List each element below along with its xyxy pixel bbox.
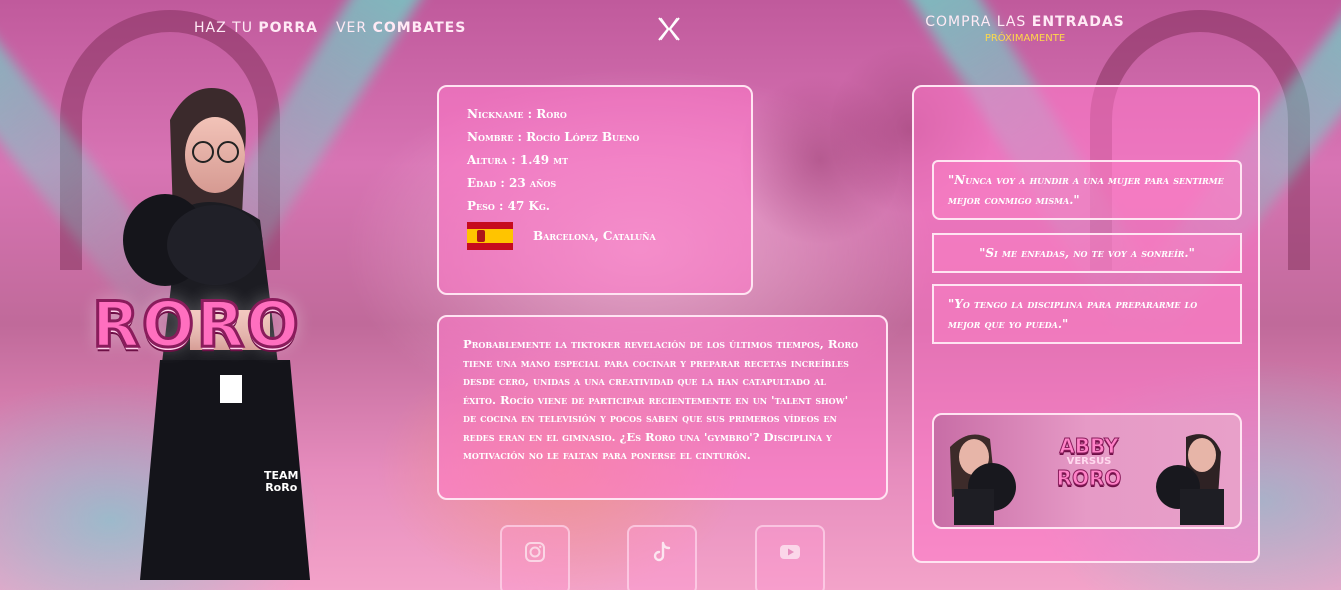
- x-logo-icon[interactable]: [656, 16, 682, 42]
- versus-line2: RORO: [1056, 466, 1122, 490]
- opponent-photo: [950, 434, 1016, 525]
- info-edad: Edad : 23 años: [467, 176, 557, 190]
- quote-1: "Nunca voy a hundir a una mujer para sen…: [932, 160, 1242, 220]
- youtube-button[interactable]: [755, 525, 825, 590]
- info-altura: Altura : 1.49 mt: [467, 153, 569, 167]
- top-nav-left: HAZ TU PORRA VER COMBATES: [194, 20, 466, 36]
- versus-promo-banner[interactable]: ABBY VERSUS RORO: [932, 413, 1242, 529]
- bio-text: Probablemente la tiktoker revelación de …: [463, 337, 859, 462]
- nav-entradas-title: COMPRA LAS ENTRADAS: [907, 14, 1143, 30]
- nav-entradas-light: COMPRA LAS: [925, 14, 1032, 30]
- info-nickname: Nickname : Roro: [467, 107, 567, 121]
- fighter-name: RORO: [91, 287, 301, 363]
- nav-entradas-link[interactable]: COMPRA LAS ENTRADAS PRÓXIMAMENTE: [907, 14, 1143, 44]
- nav-entradas-bold: ENTRADAS: [1031, 14, 1125, 30]
- youtube-icon: [780, 545, 800, 559]
- spain-flag-icon: [467, 222, 513, 250]
- nav-porra-link[interactable]: HAZ TU PORRA: [194, 20, 318, 36]
- nav-entradas-sub: PRÓXIMAMENTE: [984, 33, 1066, 44]
- location-row: Barcelona, Cataluña: [467, 222, 723, 250]
- fighter-bio-card: Probablemente la tiktoker revelación de …: [437, 315, 888, 500]
- tiktok-icon: [653, 541, 671, 562]
- tiktok-button[interactable]: [627, 525, 697, 590]
- team-label: TEAM RoRo: [264, 470, 298, 494]
- nav-combates-bold: COMBATES: [372, 20, 467, 36]
- info-ciudad: Barcelona, Cataluña: [533, 229, 656, 243]
- info-peso: Peso : 47 Kg.: [467, 199, 550, 213]
- nav-combates-light: VER: [335, 20, 373, 36]
- fighter-info-card: Nickname : Roro Nombre : Rocío López Bue…: [437, 85, 753, 295]
- quotes-panel: "Nunca voy a hundir a una mujer para sen…: [912, 85, 1260, 563]
- nav-porra-light: HAZ TU: [194, 20, 259, 36]
- instagram-icon: [525, 542, 545, 562]
- team-label-line2: RoRo: [265, 481, 298, 494]
- versus-line1: ABBY: [1059, 434, 1119, 458]
- info-nombre: Nombre : Rocío López Bueno: [467, 130, 640, 144]
- instagram-button[interactable]: [500, 525, 570, 590]
- versus-title: ABBY VERSUS RORO: [1039, 434, 1139, 490]
- nav-combates-link[interactable]: VER COMBATES: [336, 20, 466, 36]
- quote-3: "Yo tengo la disciplina para prepararme …: [932, 284, 1242, 344]
- quote-2: "Si me enfadas, no te voy a sonreír.": [932, 233, 1242, 273]
- fighter-thumb-photo: [1156, 434, 1224, 525]
- nav-porra-bold: PORRA: [258, 20, 318, 36]
